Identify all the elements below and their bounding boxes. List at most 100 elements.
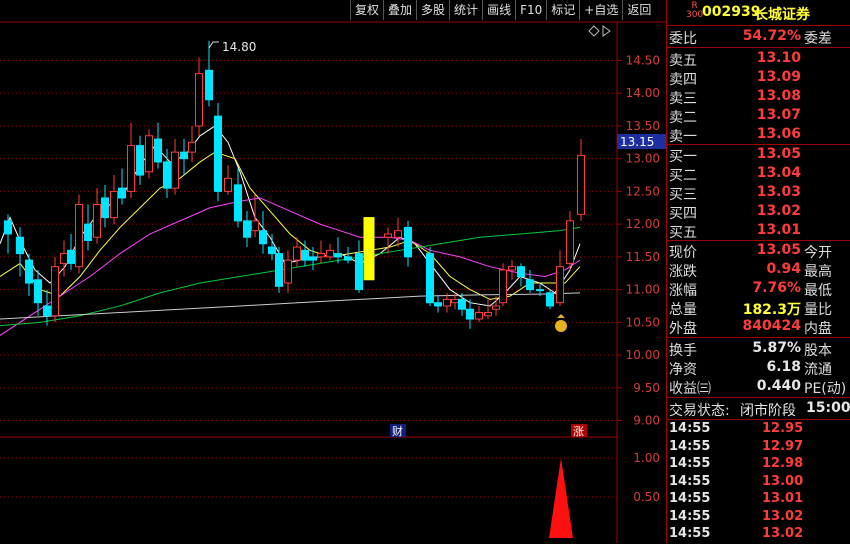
toolbar-button-2[interactable]: 多股: [416, 0, 449, 20]
candle-body: [484, 312, 492, 317]
chart-toolbar: 复权 叠加 多股 统计 画线 F10 标记 +自选 返回: [350, 0, 655, 21]
fund-row-right: 股本: [804, 343, 832, 359]
ask-row: 卖二 13.07: [666, 106, 850, 126]
candle-body: [205, 69, 213, 101]
weibi-row-right: 委差: [804, 31, 832, 47]
stock-code[interactable]: 002939: [702, 4, 760, 20]
ask-row-value: 13.06: [756, 126, 801, 142]
candle-body: [251, 220, 259, 232]
toolbar-button-4[interactable]: 画线: [482, 0, 515, 20]
money-bag-icon: [555, 320, 567, 332]
money-bag-top: [557, 314, 565, 318]
tick-row: 14:55 13.02: [666, 509, 850, 527]
candle-body: [84, 223, 92, 242]
candle-body: [492, 305, 500, 310]
fund-row-label: 换手: [669, 343, 697, 359]
toolbar-button-5[interactable]: F10: [515, 0, 546, 20]
tick-time: 14:55: [669, 491, 711, 506]
kline-chart[interactable]: 14.50 14.00 13.50 13.00 12.50 12.00 11.50 11.00…: [0, 0, 666, 543]
ask-row-label: 卖五: [669, 53, 697, 69]
y-tick-label: 11.00: [626, 283, 660, 297]
stock-header: R 300 002939 长城证券: [666, 0, 850, 26]
bid-row-value: 13.04: [756, 165, 801, 181]
candle-body: [508, 266, 516, 271]
y-tick-label: 10.50: [626, 315, 660, 329]
separator: [666, 337, 850, 338]
tick-time: 14:55: [669, 473, 711, 489]
y-tick-label: 11.50: [626, 250, 660, 264]
toolbar-button-6[interactable]: 标记: [546, 0, 579, 20]
candle-body: [404, 226, 412, 258]
trade-status-row: 交易状态: 闭市阶段 15:00:: [666, 399, 850, 419]
quote-row-right: 今开: [804, 245, 832, 261]
candle-body: [577, 154, 585, 215]
candle-body: [293, 246, 301, 261]
ask-row-value: 13.09: [756, 69, 801, 85]
candle-body: [180, 151, 188, 160]
trade-status-time: 15:00:: [806, 400, 850, 416]
quote-panel: R 300 002939 长城证券 委比 54.72% 委差 卖五 13.10 卖四 13.0…: [666, 0, 850, 543]
bid-row-value: 13.03: [756, 184, 801, 200]
candle-body: [275, 253, 283, 287]
y-tick-label: 13.50: [626, 119, 660, 133]
marker-zhang: 涨: [573, 425, 584, 438]
fund-row-label: 收益㈢: [669, 381, 711, 397]
candle-body: [556, 266, 564, 304]
candle-body: [458, 298, 466, 310]
y-tick-label: 12.00: [626, 217, 660, 231]
quote-row-value: 0.94: [766, 261, 801, 277]
candle-body: [334, 253, 342, 258]
candle-body: [259, 230, 267, 245]
candle-body: [118, 187, 126, 199]
fund-row-value: 6.18: [766, 359, 801, 375]
separator: [666, 397, 850, 398]
ask-row-value: 13.07: [756, 107, 801, 123]
fund-row-value: 0.440: [756, 378, 801, 394]
marker-cai: 财: [392, 424, 403, 438]
bid-row: 买二 13.04: [666, 164, 850, 184]
toolbar-button-7[interactable]: +自选: [579, 0, 622, 20]
stock-name[interactable]: 长城证券: [754, 4, 810, 24]
tick-time: 14:55: [669, 508, 711, 524]
rating-badge: R 300: [686, 1, 704, 20]
tick-time: 14:55: [669, 438, 711, 454]
candle-body: [110, 190, 118, 219]
bid-row-label: 买二: [669, 168, 697, 184]
separator: [666, 47, 850, 48]
candle-body: [394, 230, 402, 238]
quote-row: 现价 13.05 今开: [666, 241, 850, 261]
ask-row: 卖三 13.08: [666, 87, 850, 107]
quote-row: 外盘 840424 内盘: [666, 317, 850, 337]
candle-body: [317, 253, 325, 258]
fund-row: 换手 5.87% 股本: [666, 339, 850, 359]
tick-row: 14:55 13.00: [666, 474, 850, 492]
tick-price: 12.97: [762, 438, 804, 454]
toolbar-button-3[interactable]: 统计: [449, 0, 482, 20]
candle-body: [224, 177, 232, 192]
quote-row-right: 最高: [804, 264, 832, 280]
candle-body: [443, 298, 451, 307]
toolbar-button-0[interactable]: 复权: [350, 0, 383, 20]
candle-body: [145, 135, 153, 173]
tick-row: 14:55 12.97: [666, 439, 850, 457]
quote-row-value: 13.05: [756, 242, 801, 258]
candle-body: [384, 233, 392, 238]
candle-body: [284, 259, 292, 284]
toolbar-button-1[interactable]: 叠加: [383, 0, 416, 20]
quote-row-right: 内盘: [804, 321, 832, 337]
y-tick-label: 14.00: [626, 86, 660, 100]
bid-row: 买五 13.01: [666, 221, 850, 241]
tick-row: 14:55 13.01: [666, 491, 850, 509]
tick-price: 13.02: [762, 526, 804, 541]
candle-body: [517, 266, 525, 278]
candle-body: [43, 305, 51, 317]
bid-row-value: 13.02: [756, 203, 801, 219]
candle-body: [163, 161, 171, 189]
quote-row: 涨幅 7.76% 最低: [666, 279, 850, 299]
bid-row: 买一 13.05: [666, 145, 850, 165]
toolbar-button-8[interactable]: 返回: [622, 0, 655, 20]
bid-row-label: 买四: [669, 206, 697, 222]
candle-body: [93, 204, 101, 238]
candle-body: [214, 115, 222, 192]
volume-tick-label: 0.50: [633, 490, 660, 504]
